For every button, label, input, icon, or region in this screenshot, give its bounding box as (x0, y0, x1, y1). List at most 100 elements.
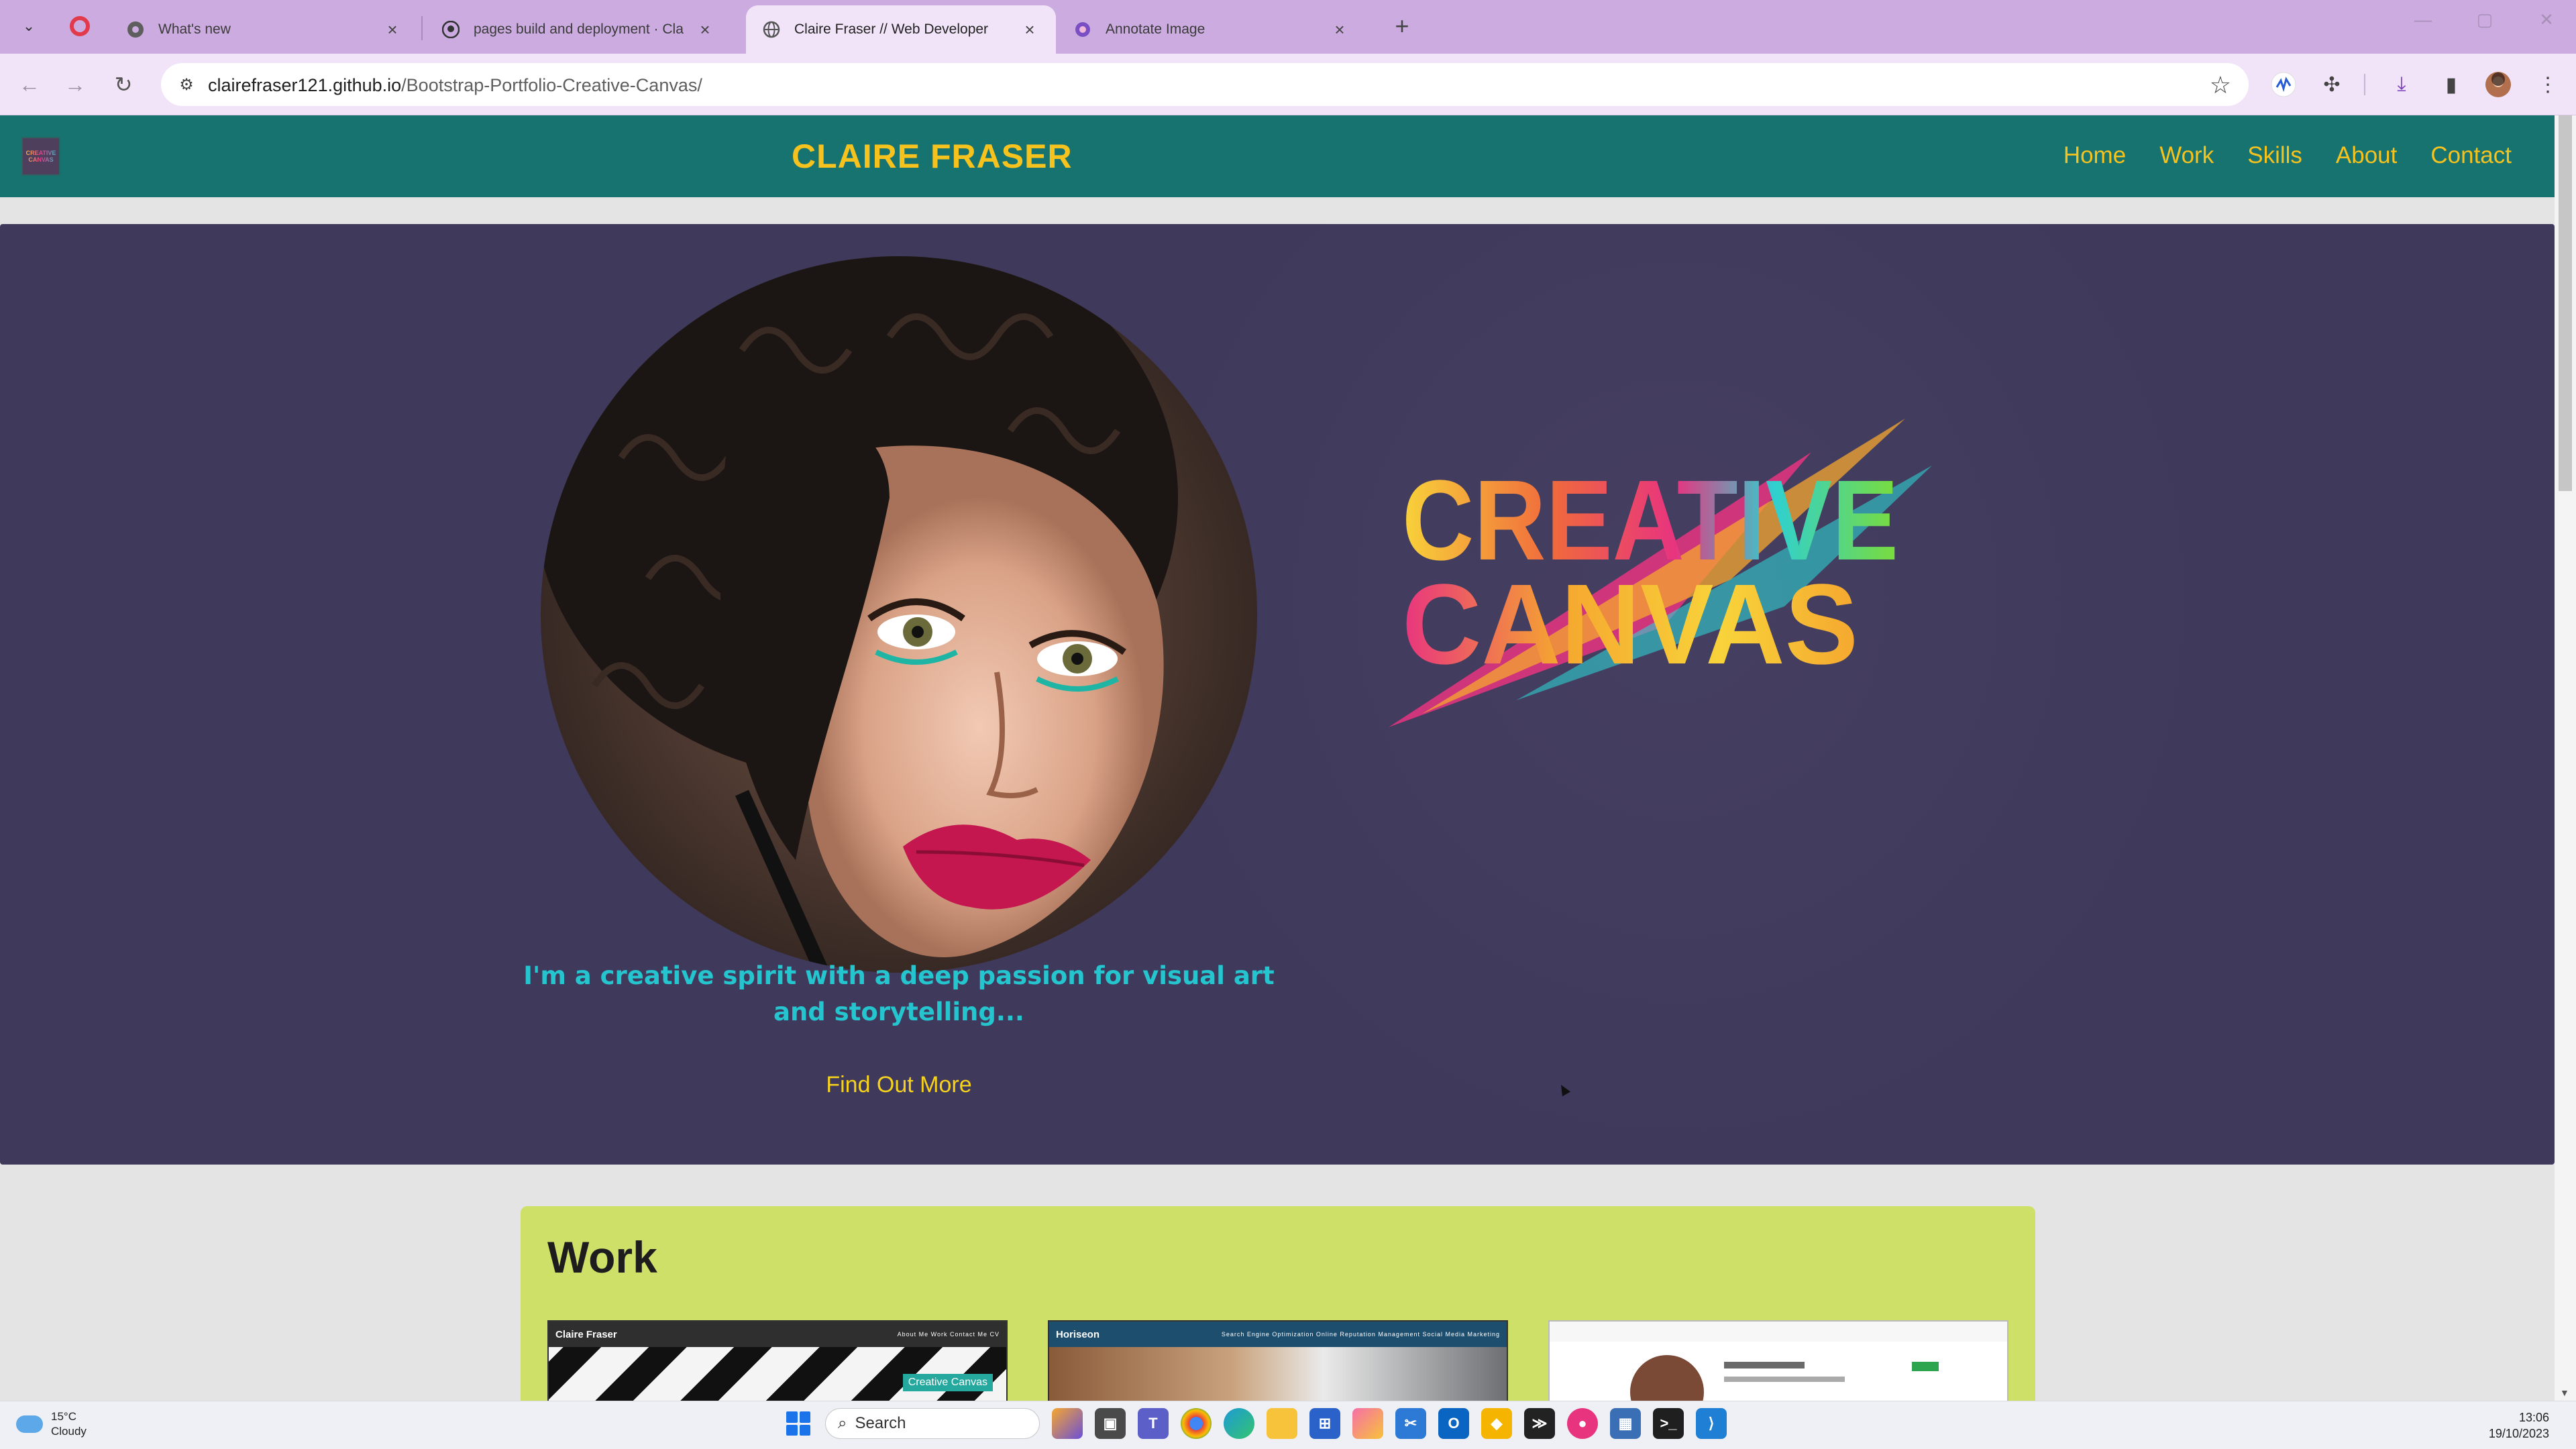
brand-title[interactable]: CLAIRE FRASER (792, 137, 1073, 176)
logo-line-canvas: CANVAS (1402, 561, 1858, 688)
copilot-icon[interactable] (1052, 1408, 1083, 1439)
annotate-icon (1073, 20, 1092, 39)
work-card-horiseon[interactable]: Horiseon Search Engine Optimization Onli… (1048, 1320, 1508, 1401)
cloud-icon (16, 1415, 43, 1433)
card-title: Claire Fraser (555, 1328, 617, 1340)
browser-toolbar: ← → ↻ ⚙ clairefraser121.github.io/Bootst… (0, 54, 2576, 115)
work-card-third[interactable] (1548, 1320, 2008, 1401)
dev-tool-icon[interactable]: ≫ (1524, 1408, 1555, 1439)
profile-portrait (541, 256, 1257, 973)
creative-canvas-logo: CREATIVE CANVAS (1389, 419, 1932, 727)
tab-title: What's new (158, 21, 231, 37)
address-bar[interactable]: ⚙ clairefraser121.github.io/Bootstrap-Po… (161, 63, 2249, 106)
notification-app-icon[interactable]: ● (1567, 1408, 1598, 1439)
card-header (1550, 1322, 2007, 1342)
nav-link-work[interactable]: Work (2159, 142, 2214, 169)
card-button (1912, 1362, 1939, 1371)
tab-title: Annotate Image (1106, 21, 1205, 37)
browser-tab-strip: ⌄ What's new × pages build and deploymen… (0, 0, 2576, 54)
close-tab-icon[interactable]: × (382, 19, 402, 40)
card-avatar (1630, 1355, 1704, 1401)
back-icon[interactable]: ← (13, 68, 46, 101)
tab-separator (421, 16, 423, 40)
calculator-icon[interactable]: ▦ (1610, 1408, 1641, 1439)
new-tab-button[interactable]: + (1387, 12, 1417, 40)
teams-icon[interactable]: T (1138, 1408, 1169, 1439)
chrome-taskbar-icon[interactable] (1181, 1408, 1212, 1439)
card-preview (1550, 1342, 2007, 1401)
outlook-icon[interactable]: O (1438, 1408, 1469, 1439)
store-icon[interactable]: ⊞ (1309, 1408, 1340, 1439)
page-viewport: CREATIVE CANVAS CLAIRE FRASER Home Work … (0, 115, 2555, 1401)
close-tab-icon[interactable]: × (1020, 19, 1040, 40)
card-badge: Creative Canvas (902, 1374, 993, 1391)
site-logo[interactable]: CREATIVE CANVAS (21, 137, 60, 176)
side-panel-icon[interactable]: ▮ (2435, 68, 2467, 101)
nav-link-contact[interactable]: Contact (2430, 142, 2512, 169)
task-view-icon[interactable]: ▣ (1095, 1408, 1126, 1439)
extension-icon[interactable] (2267, 68, 2300, 101)
system-clock[interactable]: 13:06 19/10/2023 (2489, 1409, 2549, 1442)
os-taskbar: 15°C Cloudy ⌕ Search ▣ T ⊞ ✂ O ◆ ≫ ● ▦ >_… (0, 1401, 2576, 1449)
tab-title: Claire Fraser // Web Developer (794, 21, 989, 37)
card-text-line (1724, 1377, 1845, 1382)
search-icon: ⌕ (838, 1414, 847, 1432)
tab-pages-build[interactable]: pages build and deployment · Cla × (425, 5, 731, 54)
recording-icon[interactable] (70, 16, 90, 36)
url-text[interactable]: clairefraser121.github.io/Bootstrap-Port… (208, 75, 702, 96)
url-path: /Bootstrap-Portfolio-Creative-Canvas/ (401, 75, 702, 95)
tab-annotate-image[interactable]: Annotate Image × (1057, 5, 1366, 54)
scroll-down-icon[interactable]: ▼ (2560, 1387, 2569, 1398)
github-icon (441, 20, 460, 39)
card-preview (1049, 1347, 1507, 1401)
tab-search-icon[interactable]: ⌄ (13, 11, 44, 42)
work-section: Work Claire Fraser About Me Work Contact… (521, 1206, 2035, 1401)
page-scrollbar[interactable]: ▲ ▼ (2555, 115, 2576, 1401)
nav-link-skills[interactable]: Skills (2247, 142, 2302, 169)
hero-section: I'm a creative spirit with a deep passio… (0, 224, 2555, 1165)
card-header: Claire Fraser About Me Work Contact Me C… (549, 1322, 1006, 1347)
download-icon[interactable]: ⤓ (2385, 68, 2418, 101)
windows-start-icon[interactable] (784, 1409, 813, 1438)
edge-icon[interactable] (1224, 1408, 1254, 1439)
chrome-icon (126, 20, 145, 39)
site-logo-text: CREATIVE CANVAS (23, 150, 59, 163)
weather-widget[interactable]: 15°C Cloudy (16, 1409, 87, 1439)
close-tab-icon[interactable]: × (695, 19, 715, 40)
file-explorer-icon[interactable] (1267, 1408, 1297, 1439)
forward-icon[interactable]: → (59, 68, 91, 101)
clock-time: 13:06 (2518, 1411, 2549, 1424)
bookmark-star-icon[interactable]: ☆ (2210, 71, 2231, 99)
reload-icon[interactable]: ↻ (107, 68, 140, 101)
weather-desc: Cloudy (51, 1425, 87, 1438)
card-title: Horiseon (1056, 1328, 1100, 1340)
clock-date: 19/10/2023 (2488, 1427, 2549, 1440)
weather-temp: 15°C (51, 1410, 76, 1423)
site-info-icon[interactable]: ⚙ (174, 72, 199, 97)
taskbar-apps: ⌕ Search ▣ T ⊞ ✂ O ◆ ≫ ● ▦ >_ ⟩ (784, 1408, 1727, 1439)
profile-avatar[interactable] (2482, 68, 2514, 101)
work-card-claire-fraser[interactable]: Claire Fraser About Me Work Contact Me C… (547, 1320, 1008, 1401)
terminal-icon[interactable]: >_ (1653, 1408, 1684, 1439)
menu-kebab-icon[interactable]: ⋮ (2532, 68, 2564, 101)
tab-claire-fraser[interactable]: Claire Fraser // Web Developer × (746, 5, 1056, 54)
sticky-icon[interactable]: ◆ (1481, 1408, 1512, 1439)
nav-link-home[interactable]: Home (2063, 142, 2126, 169)
minimize-button[interactable]: — (2396, 9, 2450, 30)
nav-link-about[interactable]: About (2336, 142, 2397, 169)
scrollbar-thumb[interactable] (2559, 115, 2572, 491)
snipping-tool-icon[interactable]: ✂ (1395, 1408, 1426, 1439)
tab-whats-new[interactable]: What's new × (110, 5, 419, 54)
search-placeholder: Search (855, 1414, 906, 1432)
vscode-icon[interactable]: ⟩ (1696, 1408, 1727, 1439)
close-window-button[interactable]: ✕ (2520, 9, 2573, 30)
photos-icon[interactable] (1352, 1408, 1383, 1439)
close-tab-icon[interactable]: × (1330, 19, 1350, 40)
taskbar-search[interactable]: ⌕ Search (825, 1408, 1040, 1439)
card-header: Horiseon Search Engine Optimization Onli… (1049, 1322, 1507, 1347)
maximize-button[interactable]: ▢ (2458, 9, 2512, 30)
url-domain: clairefraser121.github.io (208, 75, 402, 95)
site-navbar: CREATIVE CANVAS CLAIRE FRASER Home Work … (0, 115, 2555, 197)
extensions-puzzle-icon[interactable]: ✣ (2316, 68, 2348, 101)
find-out-more-button[interactable]: Find Out More (798, 1072, 1000, 1098)
